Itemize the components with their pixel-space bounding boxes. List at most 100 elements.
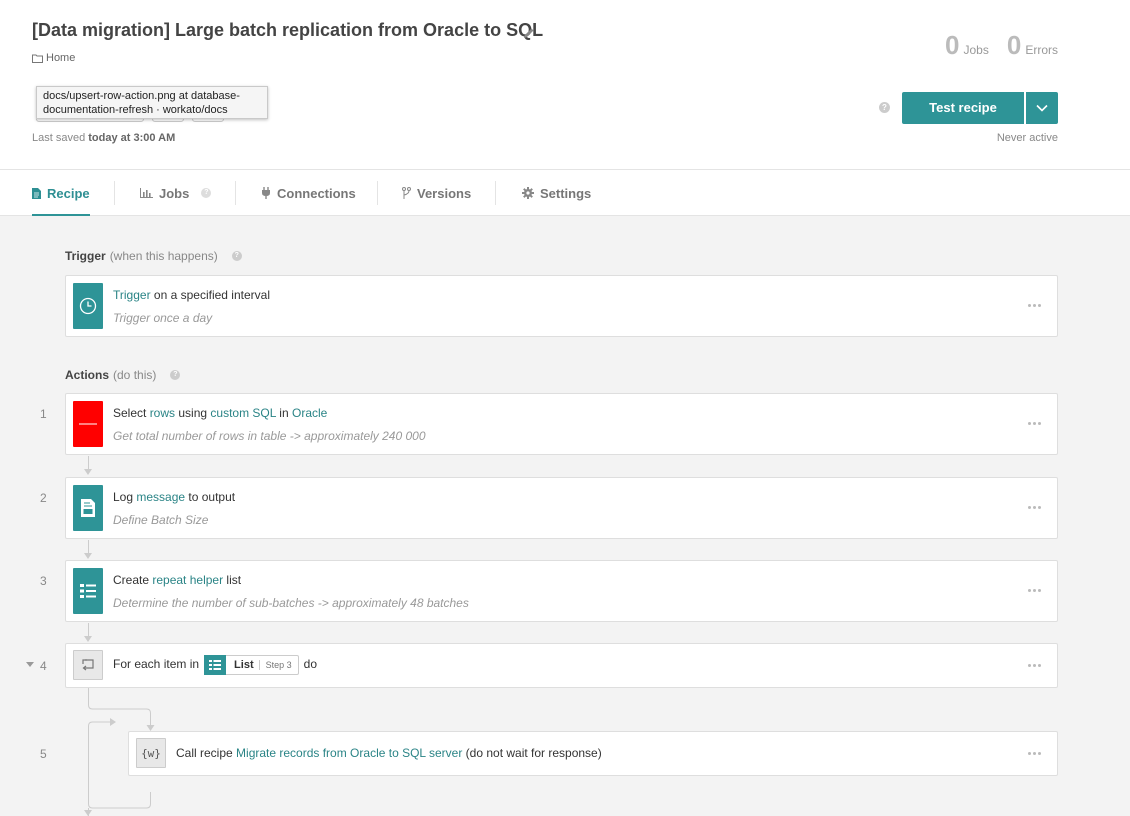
jobs-help-icon[interactable]: ?	[201, 188, 212, 198]
step-4-foreach[interactable]: For each item in List Step 3 do	[65, 643, 1058, 688]
trigger-step[interactable]: Trigger on a specified interval Trigger …	[65, 275, 1058, 337]
step-link[interactable]: Oracle	[292, 406, 327, 420]
step-5-summary: Call recipe Migrate records from Oracle …	[176, 746, 602, 760]
more-options-icon[interactable]	[1028, 422, 1041, 425]
list-icon	[73, 568, 103, 614]
log-document-icon	[73, 485, 103, 531]
errors-stat[interactable]: 0 Errors	[1007, 30, 1058, 61]
step-number: 2	[40, 491, 47, 505]
tab-jobs-label: Jobs	[159, 185, 190, 201]
trigger-help-icon[interactable]: ?	[231, 251, 242, 261]
collapse-caret-icon[interactable]	[26, 662, 34, 668]
step-text: (do not wait for response)	[462, 746, 602, 760]
step-text: Call recipe	[176, 746, 237, 760]
recipe-title: [Data migration] Large batch replication…	[32, 20, 544, 40]
last-saved-time: today at 3:00 AM	[88, 132, 176, 144]
chevron-down-icon	[1036, 104, 1048, 112]
step-1-description: Get total number of rows in table -> app…	[113, 429, 426, 443]
tab-connections[interactable]: Connections	[261, 170, 356, 216]
actions-help-icon[interactable]: ?	[170, 370, 181, 380]
test-recipe-dropdown-button[interactable]	[1026, 92, 1058, 124]
step-text: Select	[113, 406, 150, 420]
document-icon	[32, 187, 41, 199]
step-text: For each item in	[113, 657, 200, 672]
trigger-text: on a specified interval	[150, 288, 270, 302]
more-options-icon[interactable]	[1028, 506, 1041, 509]
step-link[interactable]: repeat helper	[152, 573, 223, 587]
plug-icon	[262, 187, 270, 199]
last-saved: Last saved today at 3:00 AM	[32, 132, 175, 144]
trigger-link[interactable]: Trigger	[113, 288, 151, 302]
tab-divider	[377, 181, 378, 205]
workato-function-icon: {w}	[136, 738, 166, 768]
recipe-tabs: Recipe Jobs ? Connections Versions Setti…	[0, 170, 1130, 217]
flow-arrow-icon	[84, 553, 92, 559]
step-5-call-recipe[interactable]: {w} Call recipe Migrate records from Ora…	[128, 731, 1058, 776]
trigger-subheading: (when this happens)	[109, 249, 218, 263]
datapill-step: Step 3	[258, 660, 298, 670]
test-recipe-button[interactable]: Test recipe	[902, 92, 1024, 124]
tab-connections-label: Connections	[277, 185, 356, 201]
tab-versions[interactable]: Versions	[402, 170, 471, 216]
tab-recipe-label: Recipe	[47, 185, 90, 201]
tab-divider	[495, 181, 496, 205]
tab-settings-label: Settings	[540, 185, 592, 201]
breadcrumb-home[interactable]: Home	[46, 52, 75, 64]
step-text: Log	[113, 490, 137, 504]
flow-connector	[88, 540, 89, 554]
loop-icon	[73, 650, 103, 680]
step-text: do	[303, 657, 317, 672]
jobs-stat[interactable]: 0 Jobs	[945, 30, 989, 61]
step-link[interactable]: custom SQL	[210, 406, 276, 420]
tab-recipe[interactable]: Recipe	[32, 170, 90, 217]
recipe-status: Never active	[996, 132, 1058, 144]
jobs-count: 0	[945, 30, 960, 60]
tooltip-line-1: docs/upsert-row-action.png at database-	[43, 90, 240, 102]
trigger-description: Trigger once a day	[113, 311, 213, 325]
more-options-icon[interactable]	[1028, 663, 1041, 667]
bar-chart-icon	[140, 188, 153, 198]
last-saved-prefix: Last saved	[32, 132, 86, 144]
step-text: using	[175, 406, 211, 420]
step-number: 3	[40, 574, 47, 588]
step-text: list	[223, 573, 242, 587]
step-1-select-rows[interactable]: Select rows using custom SQL in Oracle G…	[65, 393, 1058, 455]
recipe-canvas: Trigger (when this happens) ? Trigger on…	[0, 216, 1130, 816]
step-link[interactable]: rows	[150, 406, 175, 420]
step-link[interactable]: Migrate records from Oracle to SQL serve…	[236, 746, 462, 760]
tooltip-line-2: documentation-refresh · workato/docs	[43, 104, 228, 116]
step-1-summary: Select rows using custom SQL in Oracle	[113, 406, 327, 420]
gear-icon	[522, 187, 534, 199]
step-2-summary: Log message to output	[113, 490, 235, 504]
help-icon[interactable]: ?	[879, 102, 890, 113]
oracle-logo-icon	[73, 401, 103, 447]
more-options-icon[interactable]	[1028, 304, 1041, 307]
image-path-tooltip: docs/upsert-row-action.png at database- …	[36, 86, 268, 119]
step-2-log-message[interactable]: Log message to output Define Batch Size	[65, 477, 1058, 539]
jobs-label: Jobs	[963, 43, 989, 57]
list-icon	[204, 655, 227, 675]
flow-connector	[88, 623, 89, 637]
tab-jobs[interactable]: Jobs ?	[140, 170, 212, 216]
step-4-summary: For each item in List Step 3 do	[113, 655, 317, 675]
step-text: in	[275, 406, 292, 420]
more-options-icon[interactable]	[1028, 589, 1041, 592]
step-text: Create	[113, 573, 153, 587]
step-3-create-list[interactable]: Create repeat helper list Determine the …	[65, 560, 1058, 622]
trigger-summary: Trigger on a specified interval	[113, 288, 270, 302]
tab-settings[interactable]: Settings	[522, 170, 591, 216]
actions-heading: Actions	[65, 368, 110, 382]
step-number: 4	[40, 659, 47, 673]
recipe-stats: 0 Jobs 0 Errors	[945, 30, 1058, 61]
step-text: to output	[185, 490, 236, 504]
breadcrumb[interactable]: Home	[32, 52, 75, 64]
step-link[interactable]: message	[136, 490, 185, 504]
actions-subheading: (do this)	[113, 368, 157, 382]
tab-versions-label: Versions	[417, 185, 472, 201]
errors-label: Errors	[1025, 43, 1058, 57]
more-options-icon[interactable]	[1028, 751, 1041, 755]
step-2-description: Define Batch Size	[113, 513, 209, 527]
folder-icon	[32, 54, 43, 63]
datapill-list[interactable]: List Step 3	[204, 655, 299, 675]
edit-pencil-icon[interactable]	[522, 26, 536, 40]
